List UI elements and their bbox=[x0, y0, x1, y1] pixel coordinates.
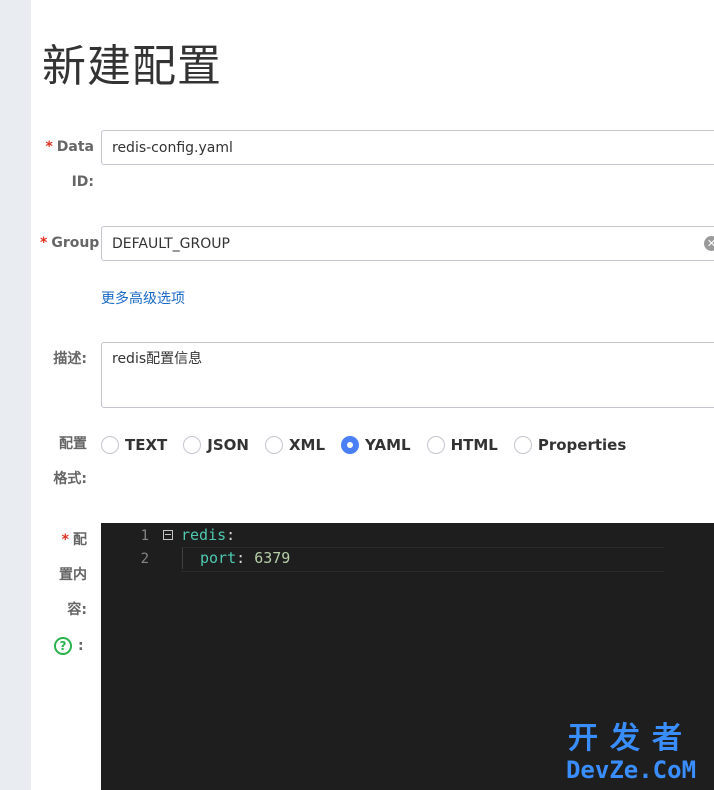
content-label-line2: 置内 bbox=[59, 567, 87, 583]
radio-circle-icon bbox=[426, 436, 445, 454]
line-number: 1 bbox=[140, 528, 149, 544]
clear-icon[interactable]: ✕ bbox=[704, 236, 714, 251]
radio-text[interactable]: TEXT bbox=[101, 436, 167, 454]
radio-checked-icon bbox=[341, 436, 360, 454]
radio-properties[interactable]: Properties bbox=[513, 436, 626, 454]
radio-circle-icon bbox=[264, 436, 283, 454]
data-id-label-line2: ID: bbox=[71, 174, 94, 190]
help-colon: : bbox=[78, 638, 84, 654]
radio-json[interactable]: JSON bbox=[183, 436, 249, 454]
group-label: * Group bbox=[40, 235, 100, 251]
radio-circle-icon bbox=[101, 436, 119, 454]
format-radio-group: TEXT JSON XML YAML HTML Properties bbox=[101, 433, 642, 457]
code-line-2: port: 6379 bbox=[200, 549, 291, 567]
required-mark: * bbox=[40, 235, 48, 251]
radio-html[interactable]: HTML bbox=[426, 436, 498, 454]
data-id-label: * Data bbox=[45, 139, 94, 155]
content-label: * 配 bbox=[61, 532, 87, 548]
required-mark: * bbox=[61, 532, 69, 548]
question-circle-icon[interactable]: ? bbox=[54, 637, 72, 655]
required-mark: * bbox=[45, 139, 53, 155]
site-watermark: 开发者 DevZe.CoM bbox=[565, 721, 697, 785]
data-id-input[interactable] bbox=[101, 130, 714, 165]
description-label: 描述: bbox=[53, 351, 87, 367]
content-label-line3: 容: bbox=[67, 602, 87, 618]
description-textarea[interactable]: redis配置信息 bbox=[101, 342, 714, 408]
group-input[interactable] bbox=[101, 226, 714, 261]
advanced-options-link[interactable]: 更多高级选项 bbox=[101, 288, 185, 308]
radio-xml[interactable]: XML bbox=[264, 436, 325, 454]
fold-toggle-icon[interactable] bbox=[163, 530, 173, 540]
format-label-line2: 格式: bbox=[53, 471, 87, 487]
editor-gutter: 1 2 bbox=[101, 523, 153, 790]
radio-circle-icon bbox=[183, 436, 202, 454]
left-sidebar-strip bbox=[0, 0, 31, 790]
radio-yaml[interactable]: YAML bbox=[341, 436, 411, 454]
radio-circle-icon bbox=[513, 436, 532, 454]
indent-guide bbox=[182, 548, 183, 569]
code-line-1: redis: bbox=[181, 526, 236, 544]
line-number: 2 bbox=[140, 551, 149, 567]
format-label: 配置 bbox=[59, 436, 87, 452]
page-title: 新建配置 bbox=[42, 41, 222, 92]
